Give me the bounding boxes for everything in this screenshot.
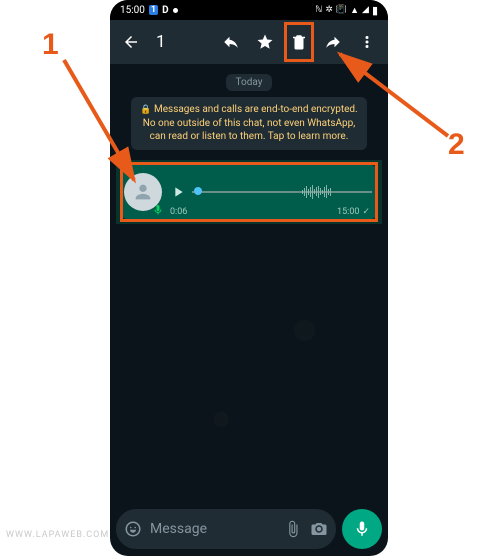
nfc-icon: ℕ [315, 5, 322, 15]
annotation-number-1: 1 [42, 28, 59, 62]
play-button[interactable] [168, 184, 188, 200]
audio-track[interactable] [192, 180, 372, 204]
mic-badge-icon [152, 201, 164, 213]
waveform-icon [302, 184, 352, 200]
audio-timestamp: 15:00 [337, 207, 359, 217]
person-icon [132, 181, 154, 203]
bluetooth-icon: ✲ [325, 5, 333, 15]
audio-bubble[interactable]: 0:06 15:00 ✓ [120, 165, 378, 219]
reply-icon [222, 33, 240, 51]
bluetooth-badge: 1 [149, 5, 158, 15]
arrow-left-icon [122, 33, 140, 51]
selection-count: 1 [156, 32, 212, 52]
message-placeholder: Message [150, 521, 276, 537]
back-button[interactable] [116, 22, 146, 62]
check-icon: ✓ [362, 207, 370, 217]
audio-message-selected[interactable]: 0:06 15:00 ✓ [116, 160, 382, 224]
status-bar: 15:00 1 D ℕ ✲ 📳 ▲ ◢ ▮ [110, 0, 388, 20]
forward-button[interactable] [318, 22, 348, 62]
phone-frame: 15:00 1 D ℕ ✲ 📳 ▲ ◢ ▮ 1 [110, 0, 388, 556]
date-separator: Today [226, 74, 273, 91]
forward-icon [324, 33, 342, 51]
emoji-icon[interactable] [124, 520, 142, 538]
audio-elapsed: 0:06 [170, 207, 187, 217]
d-badge: D [162, 5, 169, 16]
chat-area[interactable]: Today 🔒 Messages and calls are end-to-en… [110, 64, 388, 508]
wifi-icon: ▲ [350, 5, 359, 16]
trash-icon [290, 33, 308, 51]
signal-icon: ◢ [362, 5, 369, 15]
input-bar: Message [110, 508, 388, 556]
selection-toolbar: 1 [110, 20, 388, 64]
message-input[interactable]: Message [116, 509, 336, 549]
star-button[interactable] [250, 22, 280, 62]
avatar [124, 173, 162, 211]
more-vert-icon [358, 33, 376, 51]
encryption-notice[interactable]: 🔒 Messages and calls are end-to-end encr… [131, 97, 367, 150]
attach-icon[interactable] [284, 520, 302, 538]
battery-icon: ▮ [372, 4, 378, 17]
watermark: WWW.LAPAWEB.COM [6, 530, 109, 540]
mic-send-button[interactable] [342, 509, 382, 549]
reply-button[interactable] [216, 22, 246, 62]
lock-icon: 🔒 [140, 105, 151, 115]
delete-button[interactable] [284, 22, 314, 62]
play-icon [170, 184, 186, 200]
track-thumb[interactable] [194, 187, 202, 195]
vibrate-icon: 📳 [336, 5, 347, 15]
status-dot-icon [173, 8, 178, 13]
annotation-number-2: 2 [448, 128, 465, 162]
more-button[interactable] [352, 22, 382, 62]
star-icon [256, 33, 274, 51]
camera-icon[interactable] [310, 520, 328, 538]
mic-icon [353, 520, 371, 538]
status-time: 15:00 [120, 5, 145, 16]
